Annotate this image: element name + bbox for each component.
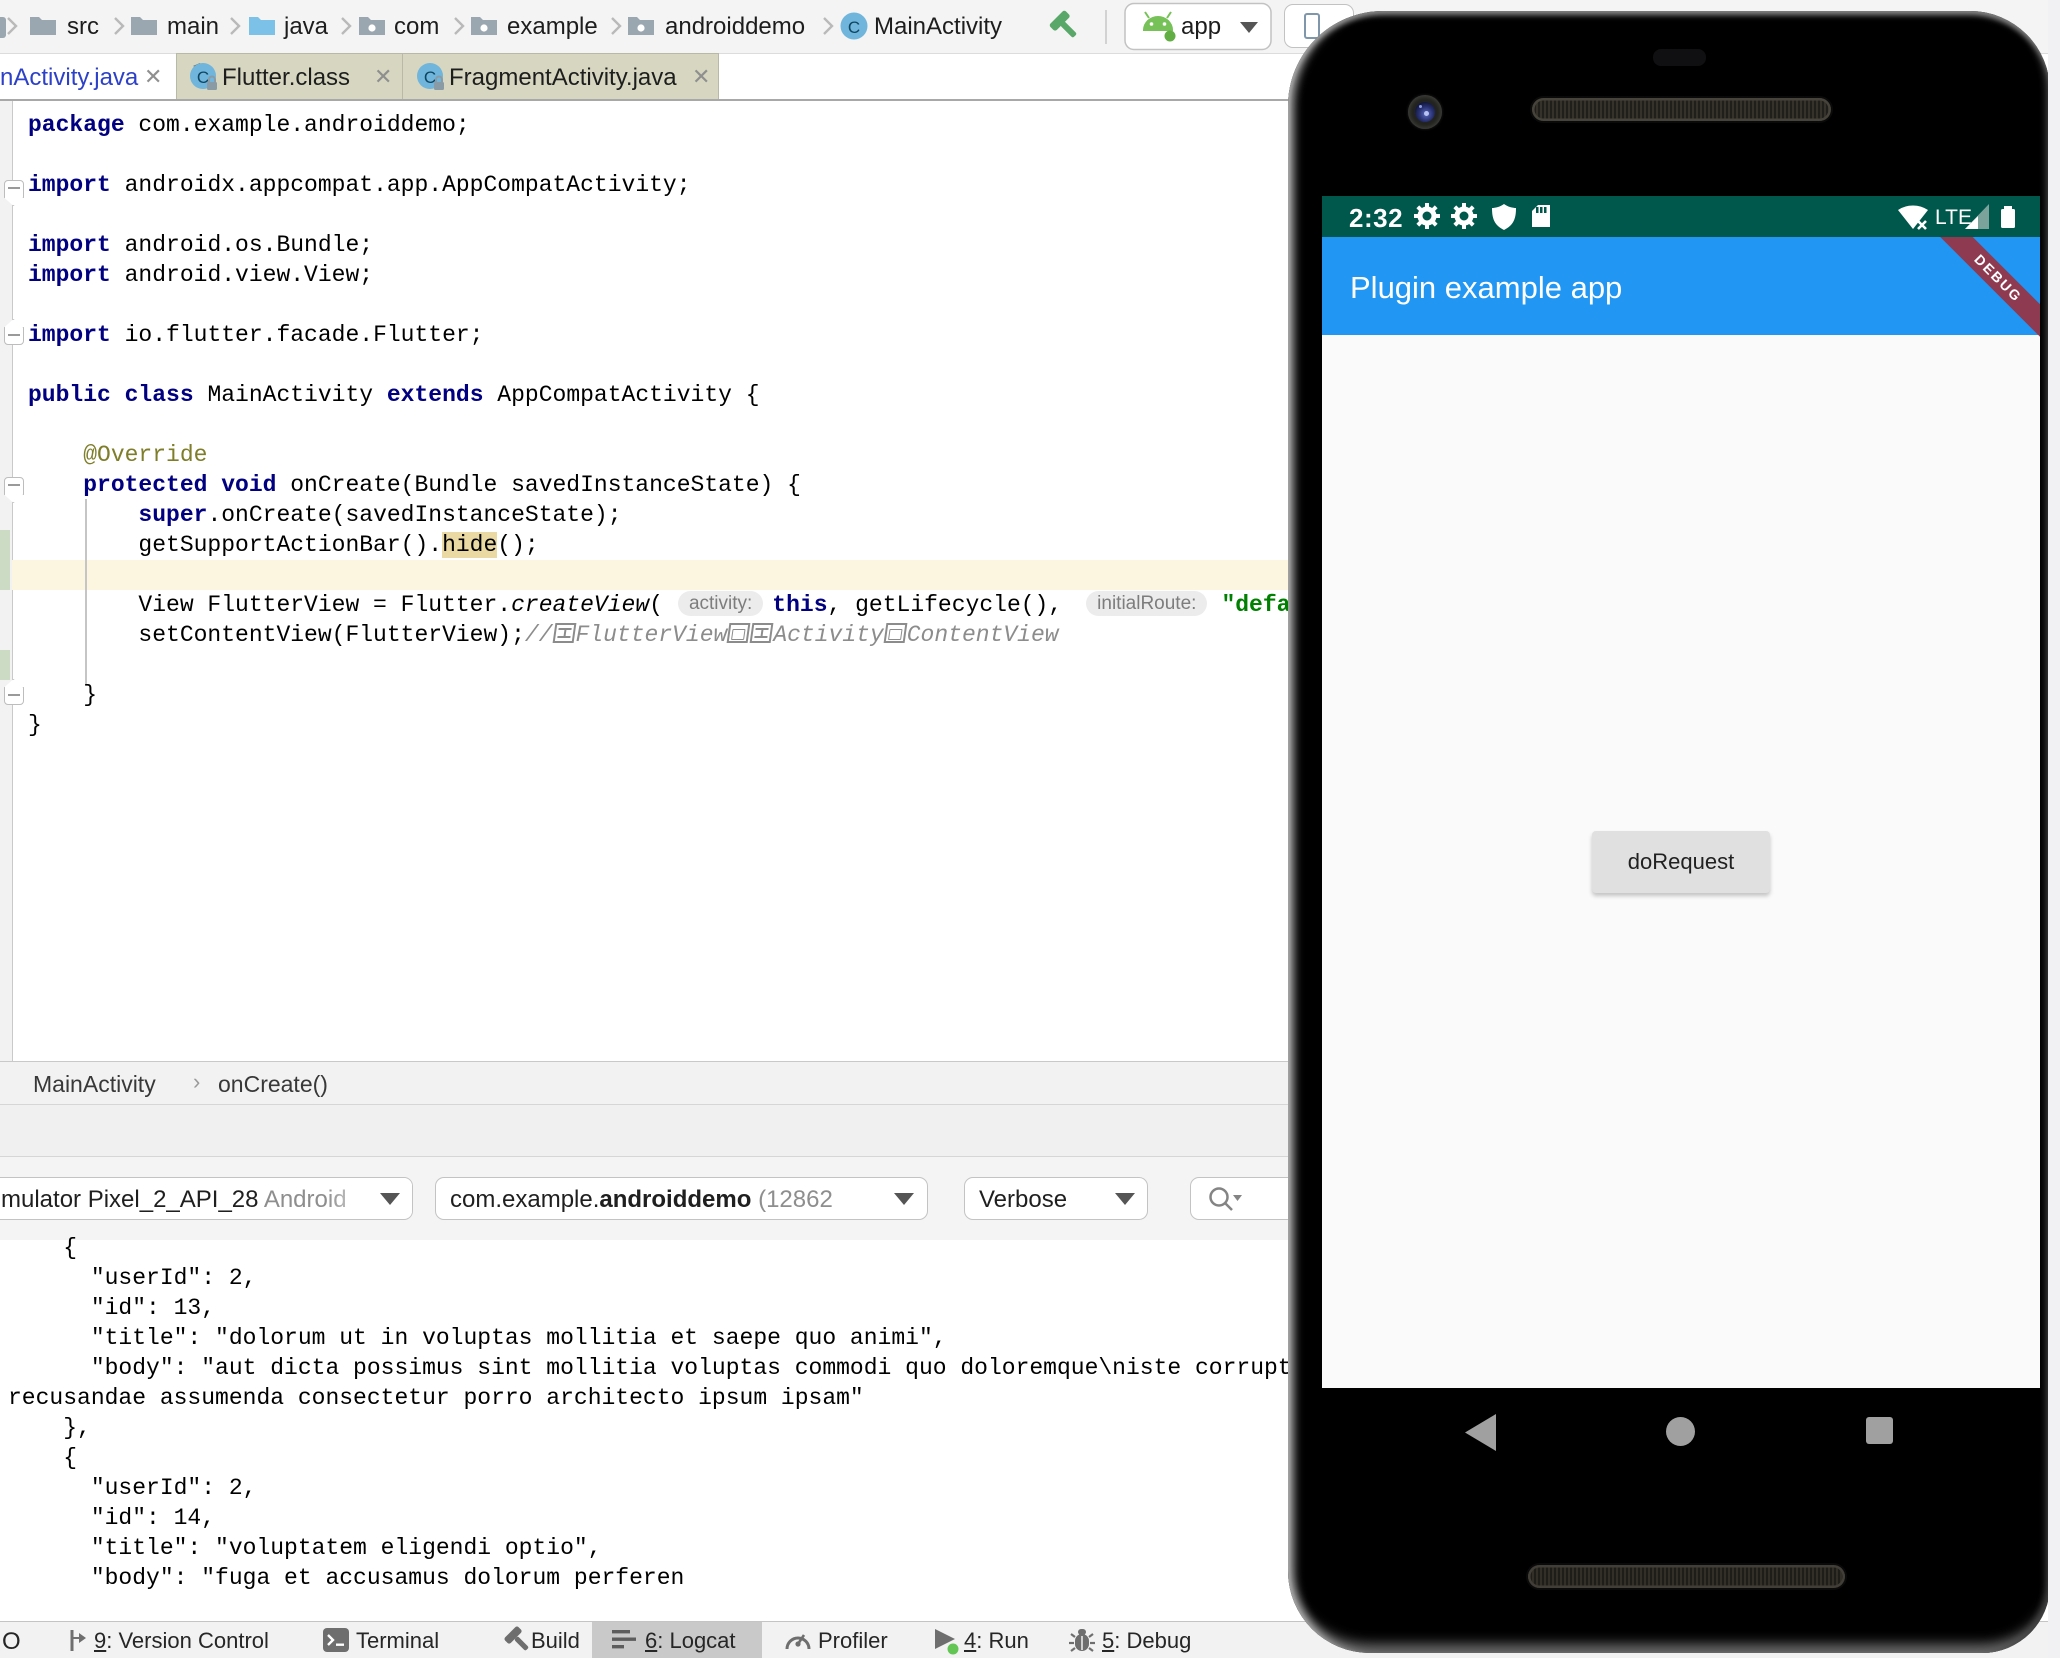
svg-text:C: C xyxy=(848,18,860,37)
